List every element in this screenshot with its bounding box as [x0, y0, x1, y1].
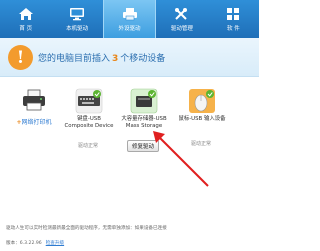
device-name: 键盘-USB — [77, 116, 101, 122]
device-count-banner: ! 您的电脑目前插入 3 个移动设备 — [0, 38, 259, 77]
driver-status: 驱动正常 — [78, 143, 99, 149]
device-keyboard[interactable]: 键盘-USB Composite Device — [60, 88, 118, 130]
apps-icon — [224, 6, 242, 22]
version-label: 版本：6.3.22.96 — [6, 241, 42, 246]
nav-item-driver-management[interactable]: 驱动管理 — [156, 0, 207, 38]
device-subname: Composite Device — [64, 123, 114, 129]
tools-icon — [173, 6, 191, 22]
device-count: 3 — [112, 54, 119, 64]
device-network-printer[interactable]: +网络打印机 — [12, 88, 56, 126]
nav-label: 软 件 — [226, 26, 240, 32]
annotation-arrow-icon — [153, 131, 209, 187]
device-name: 大容量存储器-USB — [121, 116, 167, 122]
nav-item-home[interactable]: 首 页 — [0, 0, 51, 38]
printer-device-icon — [21, 88, 47, 112]
nav-item-software[interactable]: 软 件 — [208, 0, 259, 38]
nav-item-peripheral-drivers[interactable]: 外设驱动 — [102, 0, 157, 38]
printer-icon — [121, 6, 139, 22]
computer-icon — [68, 6, 86, 22]
banner-prefix: 您的电脑目前插入 — [38, 54, 111, 64]
storage-device-icon — [130, 88, 158, 114]
footer-notice: 驱动人生可以实时检测最新最全面的驱动程序，无需单独添加：如果设备已连接 — [6, 226, 167, 231]
nav-label: 外设驱动 — [118, 26, 141, 32]
home-icon — [17, 6, 35, 22]
device-name[interactable]: 网络打印机 — [22, 119, 52, 126]
device-name: 鼠标-USB 输入设备 — [178, 116, 226, 122]
nav-label: 本机驱动 — [66, 26, 89, 32]
device-mass-storage[interactable]: 大容量存储器-USB Mass Storage — [118, 88, 170, 130]
device-mouse[interactable]: 鼠标-USB 输入设备 — [172, 88, 232, 123]
info-icon: ! — [8, 45, 33, 70]
top-nav: 首 页 本机驱动 外设驱动 驱动管理 软 件 — [0, 0, 259, 38]
nav-label: 驱动管理 — [170, 26, 193, 32]
footer-version: 版本：6.3.22.96 检查升级 — [6, 240, 64, 246]
nav-label: 首 页 — [19, 26, 33, 32]
check-update-link[interactable]: 检查升级 — [46, 241, 64, 246]
banner-suffix: 个移动设备 — [120, 54, 166, 64]
banner-text: 您的电脑目前插入 3 个移动设备 — [38, 51, 165, 64]
keyboard-device-icon — [75, 88, 103, 114]
nav-item-local-drivers[interactable]: 本机驱动 — [51, 0, 102, 38]
mouse-device-icon — [188, 88, 216, 114]
